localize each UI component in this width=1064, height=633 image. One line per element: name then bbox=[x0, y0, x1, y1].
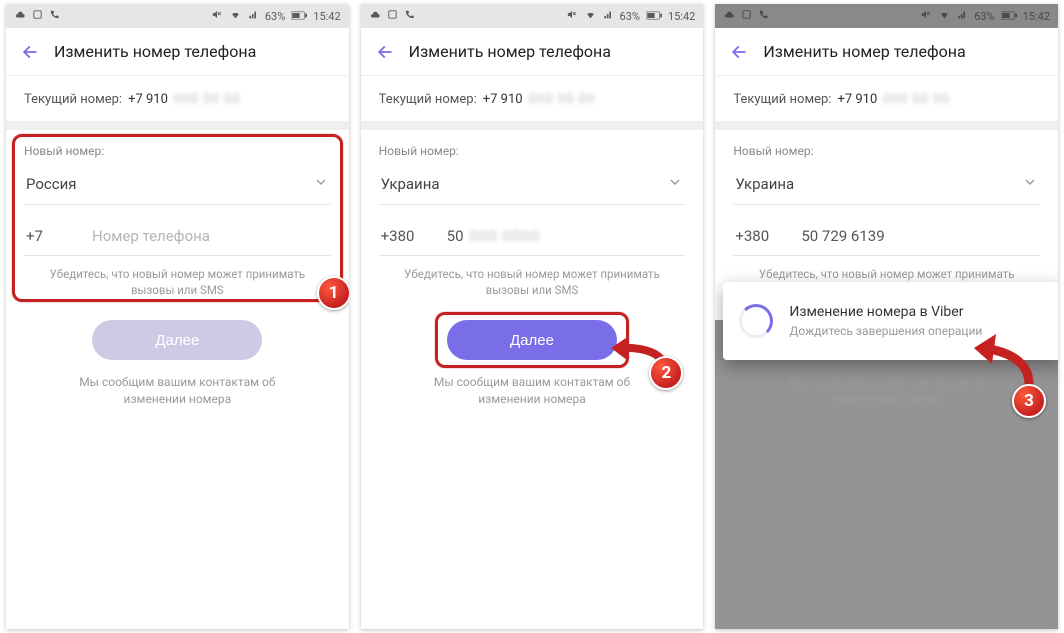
notice-line1: Мы сообщим вашим контактам об bbox=[79, 375, 275, 389]
screen-1: 63% 15:42 Изменить номер телефона Текущи… bbox=[6, 4, 349, 629]
country-code: +380 bbox=[381, 227, 425, 245]
mute-icon bbox=[566, 9, 578, 23]
current-number-row: Текущий номер: +7 910 000 00 00 bbox=[715, 76, 1058, 122]
title-bar: Изменить номер телефона bbox=[6, 28, 349, 76]
current-number-row: Текущий номер: +7 910 000 00 00 bbox=[6, 76, 349, 122]
clock-text: 15:42 bbox=[668, 10, 695, 23]
hint-text: Убедитесь, что новый номер может принима… bbox=[24, 266, 331, 298]
title-bar: Изменить номер телефона bbox=[361, 28, 704, 76]
screen-2: 63% 15:42 Изменить номер телефона Текущи… bbox=[361, 4, 704, 629]
chevron-down-icon bbox=[667, 174, 683, 194]
wifi-icon bbox=[584, 10, 597, 23]
current-number-value: +7 910 bbox=[128, 92, 168, 107]
current-number-hidden: 000 00 00 bbox=[883, 92, 950, 107]
hint-line1: Убедитесь, что новый номер может принима… bbox=[50, 267, 306, 281]
clock-text: 15:42 bbox=[313, 10, 340, 23]
battery-text: 63% bbox=[265, 10, 285, 23]
phone-input-row[interactable]: +380 50 000 0000 bbox=[379, 223, 686, 256]
new-number-form: Новый номер: Украина +380 50 000 0000 Уб… bbox=[361, 130, 704, 320]
wifi-icon bbox=[229, 10, 242, 23]
hint-text: Убедитесь, что новый номер может принима… bbox=[379, 266, 686, 298]
country-select[interactable]: Украина bbox=[379, 168, 686, 205]
page-title: Изменить номер телефона bbox=[763, 42, 965, 61]
current-number-label: Текущий номер: bbox=[379, 92, 477, 107]
section-gap bbox=[715, 122, 1058, 130]
country-code: +380 bbox=[735, 227, 779, 245]
phone-input-row[interactable]: +7 Номер телефона bbox=[24, 223, 331, 256]
notice-line1: Мы сообщим вашим контактам об bbox=[789, 375, 985, 389]
title-bar: Изменить номер телефона bbox=[715, 28, 1058, 76]
current-number-hidden: 000 00 00 bbox=[174, 92, 241, 107]
phone-placeholder: Номер телефона bbox=[92, 227, 210, 245]
signal-icon bbox=[603, 10, 614, 23]
current-number-row: Текущий номер: +7 910 000 00 00 bbox=[361, 76, 704, 122]
hint-line1: Убедитесь, что новый номер может принима… bbox=[404, 267, 660, 281]
chevron-down-icon bbox=[1022, 174, 1038, 194]
cloud-icon bbox=[14, 10, 26, 23]
back-icon[interactable] bbox=[375, 42, 395, 62]
back-icon[interactable] bbox=[20, 42, 40, 62]
current-number-value: +7 910 bbox=[483, 92, 523, 107]
status-bar: 63% 15:42 bbox=[6, 4, 349, 28]
signal-icon bbox=[248, 10, 259, 23]
notice-line2: изменении номера bbox=[124, 392, 232, 406]
hint-line2: вызовы или SMS bbox=[131, 283, 224, 297]
battery-icon bbox=[646, 10, 662, 23]
notice-line2: изменении номера bbox=[478, 392, 586, 406]
dialog-title: Изменение номера в Viber bbox=[789, 304, 982, 320]
next-button[interactable]: Далее bbox=[447, 320, 617, 360]
current-number-hidden: 000 00 00 bbox=[529, 92, 596, 107]
country-value: Россия bbox=[26, 175, 77, 193]
notice-line1: Мы сообщим вашим контактам об bbox=[434, 375, 630, 389]
page-title: Изменить номер телефона bbox=[54, 42, 256, 61]
contacts-notice: Мы сообщим вашим контактам об изменении … bbox=[6, 372, 349, 410]
step-badge-1: 1 bbox=[317, 276, 349, 310]
hint-line2: вызовы или SMS bbox=[486, 283, 579, 297]
chevron-down-icon bbox=[313, 174, 329, 194]
screen-3: 63% 15:42 Изменить номер телефона Текущи… bbox=[715, 4, 1058, 629]
cloud-icon bbox=[369, 10, 381, 23]
screenshot-icon bbox=[387, 9, 398, 23]
step-badge-3: 3 bbox=[1012, 384, 1046, 418]
section-gap bbox=[6, 122, 349, 130]
next-button[interactable]: Далее bbox=[92, 320, 262, 360]
screenshot-icon bbox=[32, 9, 43, 23]
new-number-label: Новый номер: bbox=[24, 144, 331, 158]
current-number-label: Текущий номер: bbox=[24, 92, 122, 107]
battery-icon bbox=[291, 10, 307, 23]
country-select[interactable]: Россия bbox=[24, 168, 331, 205]
spinner-icon bbox=[739, 304, 773, 338]
country-code: +7 bbox=[26, 227, 70, 245]
dialog-subtitle: Дождитесь завершения операции bbox=[789, 324, 982, 338]
hint-line1: Убедитесь, что новый номер может принима… bbox=[759, 267, 1015, 281]
page-title: Изменить номер телефона bbox=[409, 42, 611, 61]
new-number-label: Новый номер: bbox=[733, 144, 1040, 158]
battery-text: 63% bbox=[620, 10, 640, 23]
phone-number: 50 729 6139 bbox=[801, 227, 884, 245]
new-number-label: Новый номер: bbox=[379, 144, 686, 158]
country-value: Украина bbox=[735, 175, 794, 193]
country-value: Украина bbox=[381, 175, 440, 193]
viber-icon bbox=[404, 9, 415, 23]
viber-icon bbox=[49, 9, 60, 23]
current-number-label: Текущий номер: bbox=[733, 92, 831, 107]
new-number-form: Новый номер: Россия +7 Номер телефона Уб… bbox=[6, 130, 349, 320]
back-icon[interactable] bbox=[729, 42, 749, 62]
notice-line2: изменении номера bbox=[833, 392, 941, 406]
mute-icon bbox=[211, 9, 223, 23]
country-select[interactable]: Украина bbox=[733, 168, 1040, 205]
phone-prefix: 50 bbox=[447, 227, 464, 245]
phone-input-row[interactable]: +380 50 729 6139 bbox=[733, 223, 1040, 256]
section-gap bbox=[361, 122, 704, 130]
current-number-value: +7 910 bbox=[837, 92, 877, 107]
status-bar: 63% 15:42 bbox=[361, 4, 704, 28]
phone-hidden: 000 0000 bbox=[470, 227, 541, 245]
